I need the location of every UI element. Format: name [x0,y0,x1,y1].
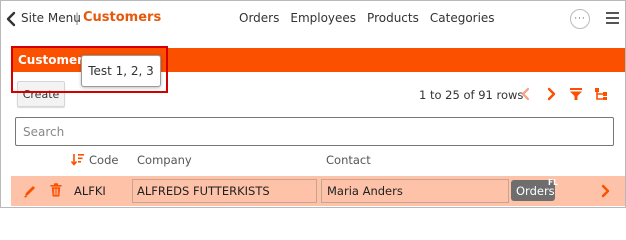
sort-desc-icon[interactable] [71,153,85,166]
next-page-icon[interactable] [544,87,558,101]
back-icon[interactable] [5,11,17,27]
menu-icon[interactable] [606,12,619,26]
search-field[interactable] [15,117,614,146]
app-window: Site Menu | Customers Orders Employees P… [0,0,626,208]
filter-icon[interactable] [569,87,583,101]
nav-link-categories[interactable]: Categories [430,11,495,25]
prev-page-icon[interactable] [519,87,533,101]
nav-links: Orders Employees Products Categories [239,11,506,25]
column-header-contact[interactable]: Contact [326,153,371,167]
trash-icon[interactable] [50,183,62,197]
site-menu-link[interactable]: Site Menu [21,11,81,25]
table-row[interactable]: ALFKI ALFREDS FUTTERKISTS Maria Anders O… [11,176,625,206]
search-input[interactable] [16,118,613,145]
nav-link-employees[interactable]: Employees [290,11,356,25]
cell-code: ALFKI [74,184,106,198]
table-header: Code Company Contact [1,151,625,171]
column-header-code[interactable]: Code [89,153,118,167]
annotation-highlight [11,46,168,93]
cell-company[interactable]: ALFREDS FUTTERKISTS [132,179,317,203]
pager-info: 1 to 25 of 91 rows [419,88,524,102]
nav-link-orders[interactable]: Orders [239,11,279,25]
chevron-right-icon[interactable] [601,184,611,198]
top-nav: Site Menu | Customers Orders Employees P… [1,1,625,38]
fl-badge: FL [548,178,558,187]
column-header-company[interactable]: Company [137,153,192,167]
more-icon[interactable]: ··· [570,9,590,29]
nav-link-products[interactable]: Products [367,11,419,25]
nav-separator: | [75,11,80,25]
edit-icon[interactable] [23,184,37,198]
cell-contact[interactable]: Maria Anders [321,179,509,203]
hierarchy-icon[interactable] [594,87,608,101]
page-title[interactable]: Customers [83,10,161,25]
